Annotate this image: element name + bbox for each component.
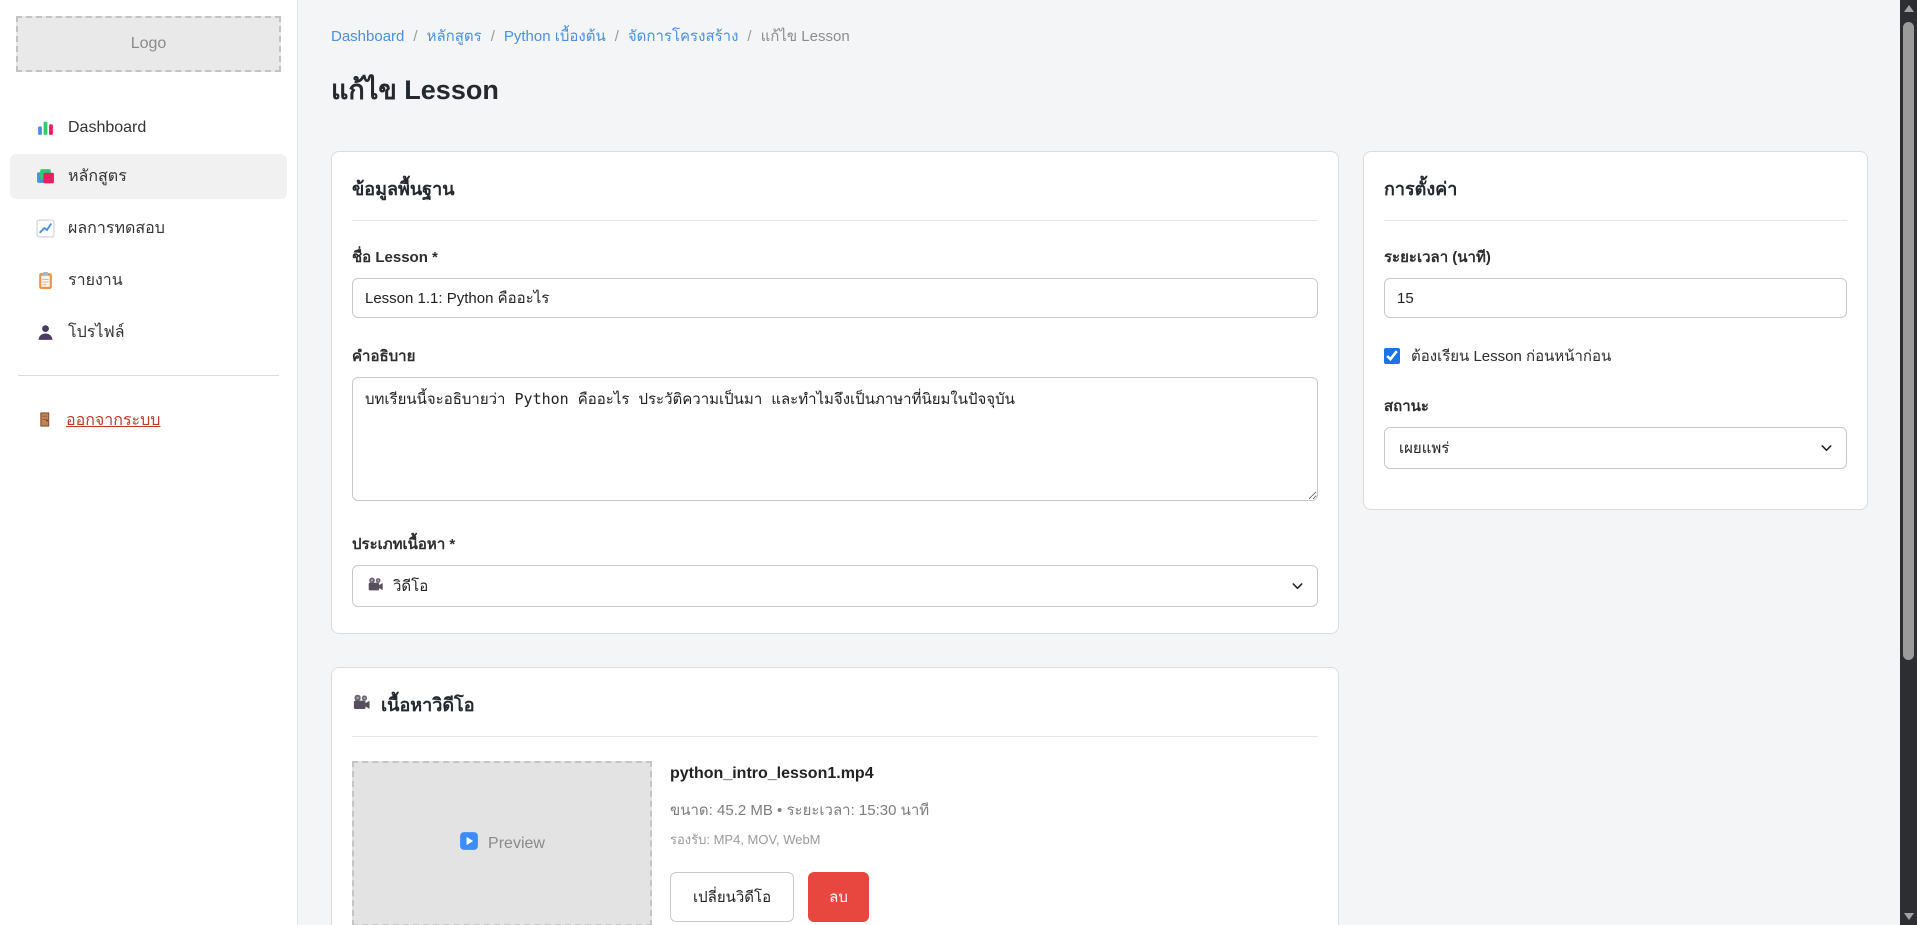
books-icon — [36, 167, 55, 186]
video-file-name: python_intro_lesson1.mp4 — [670, 765, 929, 783]
sidebar-item-label: โปรไฟล์ — [68, 320, 125, 345]
description-textarea[interactable]: บทเรียนนี้จะอธิบายว่า Python คืออะไร ประ… — [352, 377, 1318, 501]
settings-card: การตั้งค่า ระยะเวลา (นาที) ต้องเรียน Les… — [1363, 151, 1868, 510]
card-divider — [352, 736, 1318, 737]
preview-label: Preview — [488, 835, 545, 853]
logo-text: Logo — [131, 35, 167, 53]
basic-info-card: ข้อมูลพื้นฐาน ชื่อ Lesson * คำอธิบาย บทเ… — [331, 151, 1339, 634]
description-label: คำอธิบาย — [352, 344, 1318, 368]
content-type-label: ประเภทเนื้อหา * — [352, 532, 1318, 556]
door-icon — [36, 411, 55, 430]
breadcrumb-separator: / — [615, 28, 619, 45]
video-preview[interactable]: Preview — [352, 761, 652, 925]
video-camera-icon — [352, 693, 371, 717]
breadcrumb-link-dashboard[interactable]: Dashboard — [331, 28, 404, 45]
status-label: สถานะ — [1384, 394, 1847, 418]
scrollbar-thumb[interactable] — [1903, 22, 1914, 660]
sidebar-item-courses[interactable]: หลักสูตร — [10, 154, 287, 199]
scrollbar-down-arrow-icon[interactable] — [1904, 913, 1914, 920]
prerequisite-checkbox[interactable] — [1384, 348, 1400, 364]
person-icon — [36, 323, 55, 342]
breadcrumb-current: แก้ไข Lesson — [761, 24, 850, 48]
breadcrumb-link-courses[interactable]: หลักสูตร — [427, 24, 482, 48]
prerequisite-label: ต้องเรียน Lesson ก่อนหน้าก่อน — [1411, 344, 1611, 368]
sidebar-item-label: ผลการทดสอบ — [68, 216, 165, 241]
breadcrumb-separator: / — [747, 28, 751, 45]
status-select[interactable]: เผยแพร่ — [1384, 427, 1847, 469]
sidebar-divider — [18, 375, 279, 376]
sidebar-item-label: Dashboard — [68, 119, 146, 137]
card-divider — [352, 220, 1318, 221]
card-divider — [1384, 220, 1847, 221]
duration-input[interactable] — [1384, 278, 1847, 318]
page-title: แก้ไข Lesson — [331, 68, 1868, 111]
video-card-title: เนื้อหาวิดีโอ — [381, 690, 475, 719]
scrollbar-up-arrow-icon[interactable] — [1904, 5, 1914, 12]
lesson-name-input[interactable] — [352, 278, 1318, 318]
delete-video-button[interactable]: ลบ — [808, 872, 869, 922]
status-value: เผยแพร่ — [1399, 436, 1449, 460]
chevron-down-icon — [1290, 579, 1305, 594]
sidebar-nav: Dashboard หลักสูตร ผลการทดสอบ รายงาน โปร… — [0, 108, 297, 355]
chevron-down-icon — [1819, 441, 1834, 456]
sidebar-item-profile[interactable]: โปรไฟล์ — [10, 310, 287, 355]
breadcrumb-link-course[interactable]: Python เบื้องต้น — [504, 24, 606, 48]
chart-up-icon — [36, 219, 55, 238]
change-video-button[interactable]: เปลี่ยนวิดีโอ — [670, 872, 794, 922]
breadcrumb: Dashboard / หลักสูตร / Python เบื้องต้น … — [331, 24, 1868, 48]
clipboard-icon — [36, 271, 55, 290]
duration-label: ระยะเวลา (นาที) — [1384, 245, 1847, 269]
sidebar-item-label: รายงาน — [68, 268, 123, 293]
sidebar-item-test-results[interactable]: ผลการทดสอบ — [10, 206, 287, 251]
sidebar: Logo Dashboard หลักสูตร ผลการทดสอบ รายงา… — [0, 0, 298, 925]
bar-chart-icon — [36, 118, 55, 137]
logo-placeholder: Logo — [16, 16, 281, 72]
sidebar-item-dashboard[interactable]: Dashboard — [10, 108, 287, 147]
settings-title: การตั้งค่า — [1384, 174, 1847, 203]
breadcrumb-link-structure[interactable]: จัดการโครงสร้าง — [628, 24, 739, 48]
sidebar-item-reports[interactable]: รายงาน — [10, 258, 287, 303]
basic-info-title: ข้อมูลพื้นฐาน — [352, 174, 1318, 203]
lesson-name-label: ชื่อ Lesson * — [352, 245, 1318, 269]
video-content-card: เนื้อหาวิดีโอ Preview python_intro_lesso… — [331, 667, 1339, 925]
main-content: Dashboard / หลักสูตร / Python เบื้องต้น … — [299, 0, 1917, 925]
logout-link[interactable]: ออกจากระบบ — [10, 402, 287, 439]
window-scrollbar[interactable] — [1900, 0, 1917, 925]
video-supported-formats: รองรับ: MP4, MOV, WebM — [670, 829, 929, 850]
video-camera-icon — [367, 576, 384, 597]
sidebar-item-label: หลักสูตร — [68, 164, 127, 189]
content-type-select[interactable]: วิดีโอ — [352, 565, 1318, 607]
breadcrumb-separator: / — [491, 28, 495, 45]
video-file-meta: ขนาด: 45.2 MB • ระยะเวลา: 15:30 นาที — [670, 798, 929, 822]
breadcrumb-separator: / — [413, 28, 417, 45]
logout-label: ออกจากระบบ — [66, 408, 160, 433]
content-type-value: วิดีโอ — [393, 574, 428, 598]
play-button-icon — [459, 831, 479, 856]
